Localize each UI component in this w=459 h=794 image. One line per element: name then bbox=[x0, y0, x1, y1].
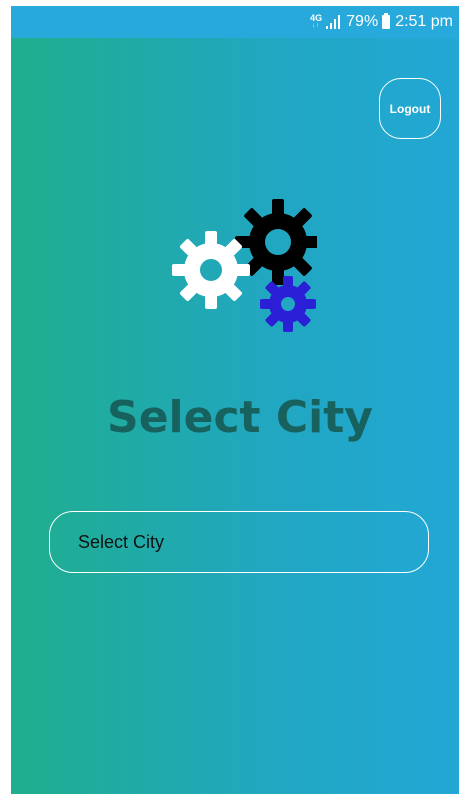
signal-strength-icon bbox=[326, 15, 341, 29]
gears-icon bbox=[172, 199, 317, 332]
battery-percent: 79% bbox=[346, 13, 379, 30]
logout-button[interactable]: Logout bbox=[379, 78, 441, 139]
blue-gear-icon bbox=[260, 276, 316, 332]
white-gear-icon bbox=[172, 231, 250, 309]
status-clock: 2:51 pm bbox=[395, 13, 453, 30]
network-type-indicator: 4G ↓↑ bbox=[310, 14, 322, 30]
battery-icon bbox=[382, 13, 391, 29]
data-activity-icon: ↓↑ bbox=[312, 23, 321, 29]
network-type-label: 4G bbox=[310, 13, 323, 23]
app-screen: 4G ↓↑ 79% 2:51 pm Logout Select City Sel… bbox=[11, 6, 459, 794]
page-title: Select City bbox=[107, 392, 373, 443]
city-select-dropdown[interactable]: Select City bbox=[49, 511, 429, 573]
city-select-value: Select City bbox=[78, 531, 165, 552]
status-bar: 4G ↓↑ 79% 2:51 pm bbox=[11, 6, 459, 38]
